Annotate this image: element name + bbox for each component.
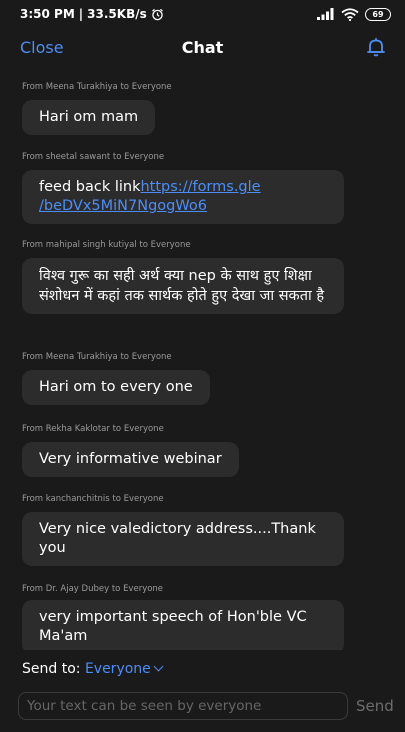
message-bubble: very important speech of Hon'ble VC Ma'a… xyxy=(22,600,344,650)
message-link-line[interactable]: https://forms.gle xyxy=(140,179,260,195)
message-sender: From Meena Turakhiya to Everyone xyxy=(22,352,172,362)
message-text: feed back link xyxy=(39,179,141,195)
bell-icon[interactable] xyxy=(365,36,387,58)
message-sender: From Rekha Kaklotar to Everyone xyxy=(22,424,164,434)
message-sender: From Dr. Ajay Dubey to Everyone xyxy=(22,584,164,594)
message-sender: From sheetal sawant to Everyone xyxy=(22,152,165,162)
message-sender: From kanchanchitnis to Everyone xyxy=(22,494,164,504)
message-link-line[interactable]: /beDVx5MiN7NgogWo6 xyxy=(39,198,207,214)
message-bubble: Very informative webinar xyxy=(22,442,239,477)
status-left: 3:50 PM | 33.5KB/s xyxy=(20,7,164,21)
status-time: 3:50 PM xyxy=(20,7,75,21)
send-to-label: Send to: xyxy=(22,661,81,677)
status-bar: 3:50 PM | 33.5KB/s 69 xyxy=(0,0,405,28)
send-to-recipient[interactable]: Everyone xyxy=(85,661,151,677)
message-bubble: विश्व गुरू का सही अर्थ क्या nep के साथ ह… xyxy=(22,258,344,314)
chevron-down-icon[interactable] xyxy=(153,661,164,672)
wifi-icon xyxy=(341,7,359,21)
message-sender: From mahipal singh kutiyal to Everyone xyxy=(22,240,191,250)
alarm-icon xyxy=(151,8,163,20)
status-separator: | xyxy=(78,7,84,21)
message-bubble: feed back linkhttps://forms.gle/beDVx5Mi… xyxy=(22,170,344,224)
send-to-selector[interactable]: Send to: Everyone xyxy=(0,650,405,686)
signal-icon xyxy=(317,8,334,20)
status-speed: 33.5KB/s xyxy=(87,7,147,21)
chat-message-list[interactable]: From Meena Turakhiya to Everyone Hari om… xyxy=(0,68,405,650)
message-bubble: Very nice valedictory address....Thank y… xyxy=(22,512,344,566)
page-title: Chat xyxy=(181,38,224,57)
message-composer: Send xyxy=(0,686,405,732)
message-bubble: Hari om to every one xyxy=(22,370,210,405)
chat-input[interactable] xyxy=(18,692,348,720)
send-button[interactable]: Send xyxy=(356,697,394,715)
status-right: 69 xyxy=(317,7,391,21)
battery-icon: 69 xyxy=(365,7,391,21)
chat-header: Close Chat xyxy=(0,28,405,68)
message-sender: From Meena Turakhiya to Everyone xyxy=(22,82,172,92)
message-bubble: Hari om mam xyxy=(22,100,156,135)
